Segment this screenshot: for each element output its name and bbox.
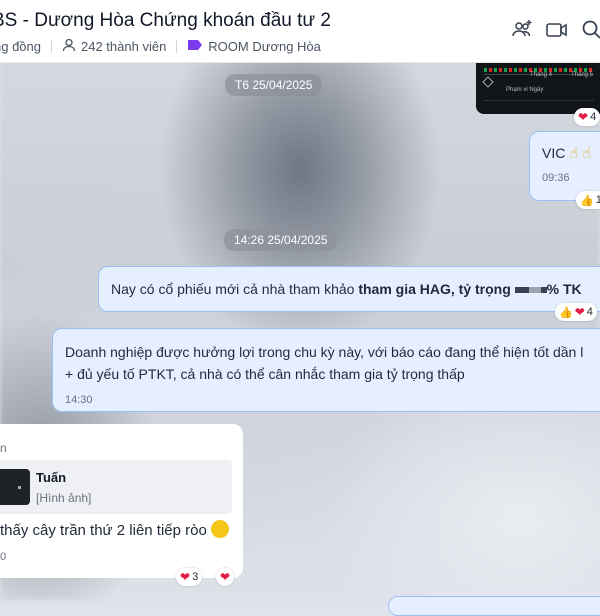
diamond-icon <box>482 76 494 88</box>
range-label[interactable]: Phạm vi Ngày <box>506 87 543 93</box>
thumbs-up-icon: 👍 <box>580 194 594 207</box>
quoted-image-thumbnail <box>0 469 30 505</box>
heart-icon: ❤ <box>574 305 585 319</box>
message-bubble-reply[interactable]: n Tuấn [Hình ảnh] thấy cây trần thứ 2 li… <box>0 424 243 578</box>
reaction-count: 4 <box>590 111 597 123</box>
reaction-count: 1 <box>595 194 600 206</box>
group-meta: ng đồng 242 thành viên ROOM Dương Hòa <box>0 38 321 55</box>
heart-icon: ❤ <box>578 110 589 124</box>
group-title: BS - Dương Hòa Chứng khoán đầu tư 2 <box>0 10 331 31</box>
message-text: VIC ☝ ☝ <box>542 145 592 162</box>
add-member-icon[interactable] <box>510 18 534 42</box>
pointing-hand-icon: ☝ <box>569 145 579 162</box>
heart-icon: ❤ <box>220 570 231 584</box>
quoted-text: [Hình ảnh] <box>36 491 92 505</box>
add-reaction-button[interactable]: ❤ <box>216 568 235 586</box>
chart-image-message[interactable]: Tháng 4 Tháng 5 Phạm vi Ngày <box>476 62 600 114</box>
thinking-face-icon <box>211 520 229 539</box>
image-dot <box>18 486 21 489</box>
tag-icon <box>187 39 203 54</box>
quoted-sender: Tuấn <box>36 470 67 485</box>
reaction-badge[interactable]: ❤ 4 <box>574 108 600 126</box>
month-label: Tháng 4 <box>530 72 553 78</box>
person-icon <box>62 38 76 55</box>
message-time: 0 <box>0 551 7 563</box>
video-call-icon[interactable] <box>545 18 569 42</box>
message-bold-text: tham gia HAG, tỷ trọng <box>358 281 515 297</box>
divider <box>176 40 178 53</box>
reaction-badge[interactable]: 👍 1 <box>576 191 600 209</box>
chart-thumbnail: Tháng 4 Tháng 5 Phạm vi Ngày <box>476 62 600 114</box>
message-bubble-partial[interactable] <box>388 596 600 616</box>
quoted-message[interactable]: Tuấn [Hình ảnh] <box>0 460 232 514</box>
date-separator: 14:26 25/04/2025 <box>224 229 338 251</box>
redacted-bar <box>514 287 529 294</box>
reaction-badge[interactable]: 👍 ❤ 4 <box>555 303 597 321</box>
message-text-line: + đủ yếu tố PTKT, cả nhà có thể cân nhắc… <box>65 366 465 382</box>
chat-header: BS - Dương Hòa Chứng khoán đầu tư 2 ng đ… <box>0 0 600 63</box>
pointing-hand-icon: ☝ <box>582 145 592 162</box>
room-tag[interactable]: ROOM Dương Hòa <box>208 39 321 54</box>
redacted-bar <box>528 287 541 294</box>
reaction-count: 4 <box>586 306 593 318</box>
date-separator: T6 25/04/2025 <box>225 74 323 96</box>
sender-name: n <box>0 441 7 455</box>
message-time: 14:30 <box>65 394 93 406</box>
message-text-line: Doanh nghiệp được hưởng lợi trong chu kỳ… <box>65 344 584 360</box>
message-text: thấy cây trần thứ 2 liên tiếp ròo <box>0 520 229 540</box>
message-bubble-hag[interactable]: Nay có cổ phiếu mới cả nhà tham khảo tha… <box>98 266 600 312</box>
reaction-badge[interactable]: ❤ 3 <box>176 568 203 586</box>
heart-icon: ❤ <box>180 570 191 584</box>
community-label[interactable]: ng đồng <box>0 39 41 54</box>
divider <box>51 40 52 53</box>
message-bubble-dn[interactable]: Doanh nghiệp được hưởng lợi trong chu kỳ… <box>52 328 600 412</box>
month-label: Tháng 5 <box>571 72 594 78</box>
member-count[interactable]: 242 thành viên <box>81 39 166 54</box>
search-icon[interactable] <box>580 18 600 42</box>
message-bold-text: % TK <box>546 281 582 297</box>
reaction-count: 3 <box>192 571 199 583</box>
chart-divider <box>484 100 594 101</box>
thumbs-up-icon: 👍 <box>559 306 573 319</box>
message-time: 09:36 <box>542 172 570 184</box>
message-text: Nay có cổ phiếu mới cả nhà tham khảo <box>111 281 359 297</box>
